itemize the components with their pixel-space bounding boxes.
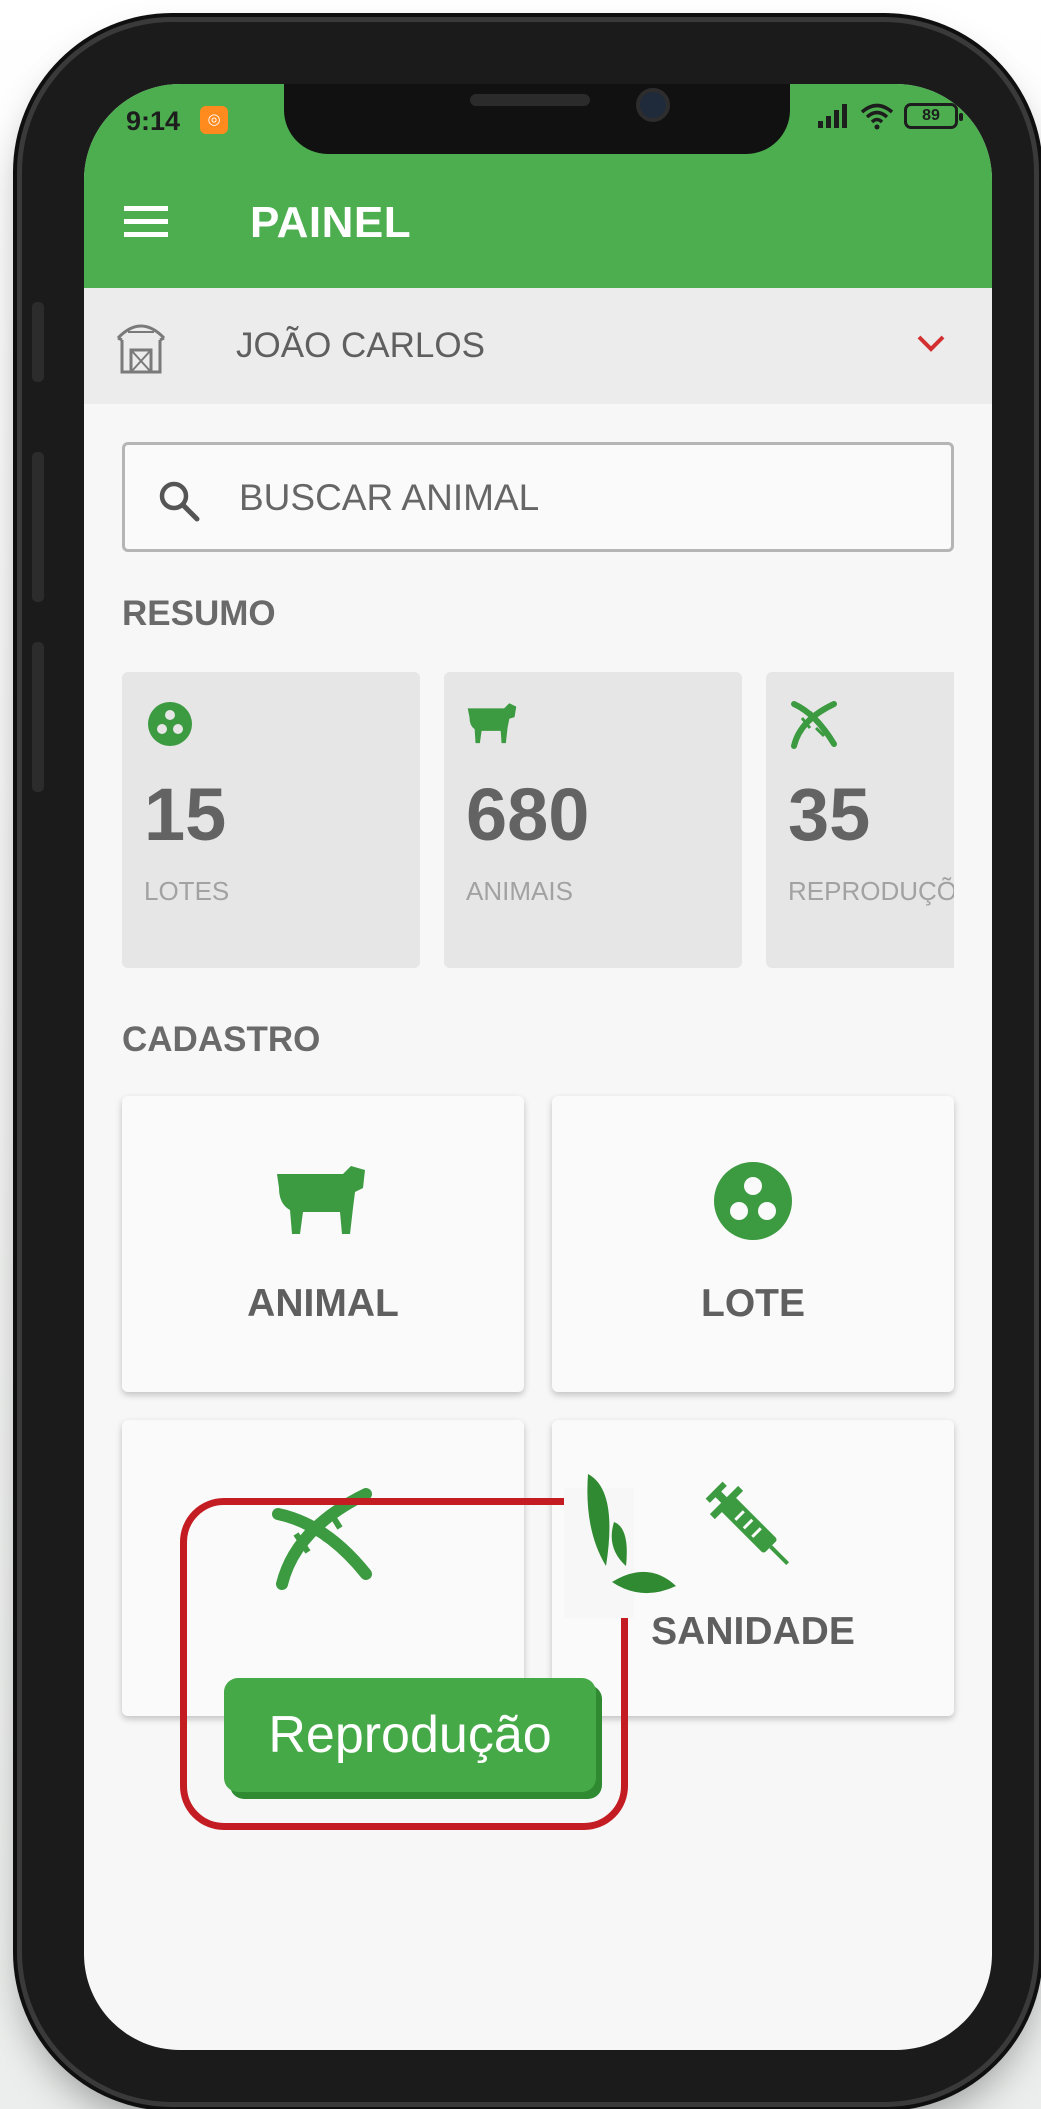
speaker-grille (470, 94, 590, 106)
summary-value: 15 (144, 773, 227, 856)
lot-circles-icon (714, 1162, 792, 1240)
summary-label: ANIMAIS (466, 876, 573, 906)
phone-side-button (32, 302, 44, 382)
cadastro-section-title: CADASTRO (122, 1020, 321, 1059)
summary-card-lotes[interactable]: 15 LOTES (122, 672, 420, 968)
status-time: 9:14 (126, 106, 181, 136)
app-bar: PAINEL (84, 160, 992, 288)
search-field[interactable] (122, 442, 954, 552)
summary-card-reproducoes[interactable]: 35 REPRODUÇÕES (766, 672, 954, 968)
cow-icon (467, 703, 517, 744)
cadastro-animal-button[interactable]: ANIMAL (122, 1096, 524, 1392)
syringe-icon (705, 1481, 790, 1566)
cadastro-label: LOTE (701, 1282, 805, 1325)
status-bar: 9:14 ◎ 89 (84, 84, 992, 160)
cadastro-label: ANIMAL (247, 1282, 399, 1325)
summary-cards: 15 LOTES 680 ANIMAIS 35 REPRODUÇÕES (122, 672, 954, 968)
farm-name: JOÃO CARLOS (236, 326, 485, 365)
status-indicators: 89 (816, 102, 963, 130)
front-camera (636, 88, 670, 122)
wifi-icon (860, 103, 894, 130)
menu-icon[interactable] (124, 204, 168, 240)
phone-notch (284, 84, 790, 154)
search-input[interactable] (237, 469, 921, 527)
summary-label: LOTES (144, 876, 230, 906)
reproducao-label-badge[interactable]: Reprodução (224, 1678, 596, 1792)
search-icon (159, 481, 200, 522)
phone-volume-down-button (32, 642, 44, 792)
barn-icon (116, 324, 166, 374)
page-title: PAINEL (250, 198, 412, 247)
dna-icon (791, 701, 837, 749)
splash-accent-icon (587, 1474, 676, 1594)
notification-app-icon: ◎ (200, 106, 228, 134)
summary-value: 680 (466, 773, 590, 856)
summary-value: 35 (788, 773, 871, 856)
summary-card-animais[interactable]: 680 ANIMAIS (444, 672, 742, 968)
battery-icon: 89 (904, 103, 963, 129)
phone-volume-up-button (32, 452, 44, 602)
lot-circles-icon (148, 702, 192, 746)
cow-icon (277, 1166, 365, 1234)
chevron-down-icon[interactable] (916, 332, 946, 354)
resumo-section-title: RESUMO (122, 594, 276, 633)
phone-screen: 9:14 ◎ 89 PAINEL JOÃO CARLOS BUSCAR ANIM… (84, 84, 992, 2050)
cadastro-lote-button[interactable]: LOTE (552, 1096, 954, 1392)
summary-label: REPRODUÇÕES (788, 876, 954, 906)
signal-icon (818, 104, 847, 128)
farm-selector[interactable]: JOÃO CARLOS (84, 288, 992, 404)
